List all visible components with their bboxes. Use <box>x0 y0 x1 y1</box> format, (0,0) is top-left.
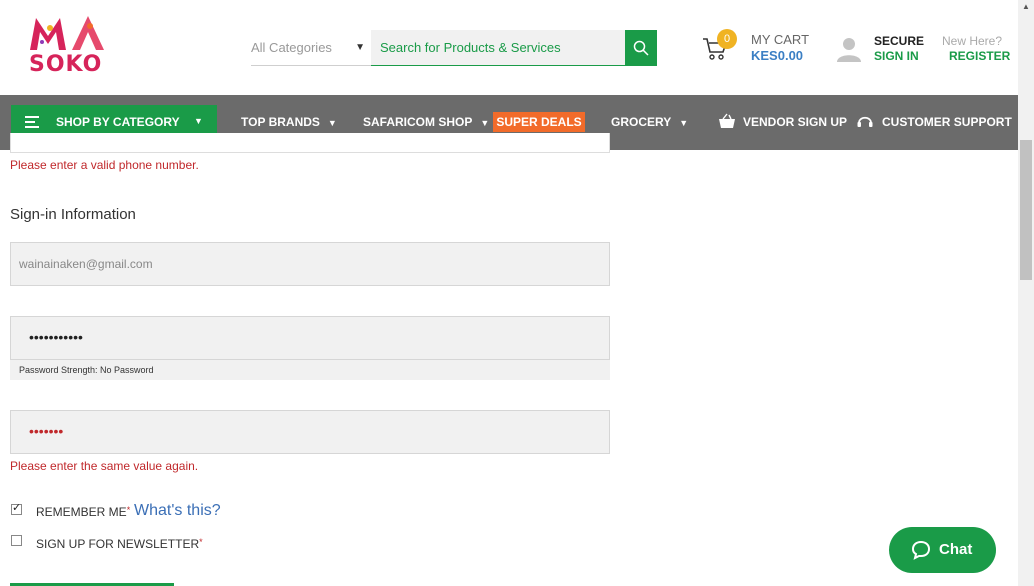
category-select[interactable]: All Categories ▼ <box>251 30 371 66</box>
user-icon <box>837 38 861 62</box>
whats-this-link[interactable]: What's this? <box>134 502 221 520</box>
required-mark: * <box>199 537 203 547</box>
chat-button[interactable]: Chat <box>889 527 996 573</box>
nav-grocery-label: GROCERY <box>611 115 672 129</box>
nav-super-deals[interactable]: SUPER DEALS <box>493 112 585 132</box>
sign-in-link[interactable]: SIGN IN <box>874 49 919 63</box>
search-button[interactable] <box>625 30 657 66</box>
nav-grocery[interactable]: GROCERY ▼ <box>611 115 688 129</box>
nav-top-brands[interactable]: TOP BRANDS ▼ <box>241 115 337 129</box>
phone-field[interactable] <box>10 133 610 153</box>
category-select-value: All Categories <box>251 40 332 55</box>
nav-top-brands-label: TOP BRANDS <box>241 115 320 129</box>
shop-by-category-label: SHOP BY CATEGORY <box>56 115 180 129</box>
masoko-logo[interactable]: SOKO <box>28 14 112 80</box>
required-mark: * <box>126 505 131 515</box>
confirm-password-field[interactable]: ••••••• <box>10 410 610 454</box>
site-header: SOKO All Categories ▼ 0 MY CART KES0.00 … <box>0 0 1018 95</box>
search-input[interactable] <box>371 30 625 66</box>
headset-icon <box>857 116 873 127</box>
password-field[interactable]: ••••••••••• <box>10 316 610 360</box>
nav-vendor-sign-up[interactable]: VENDOR SIGN UP <box>743 115 847 129</box>
email-field[interactable] <box>10 242 610 286</box>
scrollbar-thumb[interactable] <box>1020 140 1032 280</box>
remember-me-text: REMEMBER ME <box>36 505 127 519</box>
scroll-up-arrow-icon[interactable]: ▲ <box>1022 2 1030 11</box>
confirm-password-value: ••••••• <box>29 423 64 439</box>
logo-ma-mark <box>30 16 104 50</box>
basket-icon <box>719 113 735 128</box>
newsletter-label: SIGN UP FOR NEWSLETTER* <box>36 537 203 551</box>
cart-count-badge: 0 <box>717 29 737 49</box>
menu-icon <box>25 116 39 128</box>
remember-me-label: REMEMBER ME* <box>36 505 130 519</box>
search-icon <box>633 40 649 56</box>
cart-amount[interactable]: KES0.00 <box>751 48 803 63</box>
new-here-label: New Here? <box>942 34 1003 48</box>
password-value: ••••••••••• <box>29 329 83 345</box>
sign-in-section-title: Sign-in Information <box>10 206 136 223</box>
cart-label[interactable]: MY CART <box>751 32 809 47</box>
caret-down-icon: ▼ <box>679 118 689 128</box>
password-strength-meter: Password Strength: No Password <box>10 360 610 380</box>
chat-bubble-icon <box>911 540 931 560</box>
register-link[interactable]: REGISTER <box>949 49 1010 63</box>
chat-label: Chat <box>939 541 973 558</box>
remember-me-checkbox[interactable] <box>11 501 22 515</box>
caret-down-icon: ▼ <box>327 118 337 128</box>
phone-error-message: Please enter a valid phone number. <box>10 158 199 172</box>
caret-down-icon: ▼ <box>194 116 203 126</box>
secure-label: SECURE <box>874 34 925 48</box>
page-scrollbar[interactable]: ▲ <box>1018 0 1034 586</box>
newsletter-text: SIGN UP FOR NEWSLETTER <box>36 537 200 551</box>
logo-soko-text: SOKO <box>29 52 103 77</box>
nav-safaricom-shop-label: SAFARICOM SHOP <box>363 115 473 129</box>
confirm-password-error-message: Please enter the same value again. <box>10 459 199 473</box>
chevron-down-icon: ▼ <box>355 42 365 53</box>
nav-safaricom-shop[interactable]: SAFARICOM SHOP ▼ <box>363 115 489 129</box>
newsletter-checkbox[interactable] <box>11 535 22 546</box>
caret-down-icon: ▼ <box>480 118 490 128</box>
nav-customer-support[interactable]: CUSTOMER SUPPORT <box>882 115 1012 129</box>
